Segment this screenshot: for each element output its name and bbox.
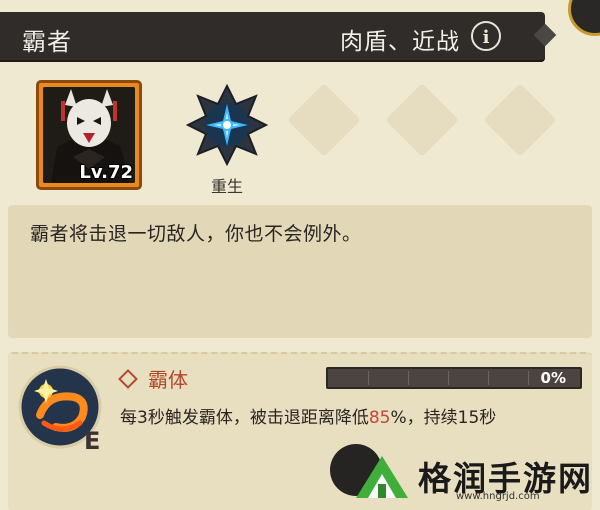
- hero-level: Lv.72: [79, 162, 133, 183]
- empty-slot-1[interactable]: [287, 83, 361, 157]
- skill-icon-button[interactable]: E: [18, 365, 106, 455]
- progress-divider: [488, 371, 489, 385]
- rank-label: 重生: [210, 177, 243, 196]
- rank-badge[interactable]: [185, 83, 269, 167]
- skill-desc-suffix: %，持续15秒: [390, 408, 497, 428]
- watermark-url: www.hngrjd.com: [456, 491, 540, 502]
- skill-key-letter: E: [84, 427, 100, 453]
- empty-slot-3[interactable]: [483, 83, 557, 157]
- skill-desc-prefix: 每3秒触发霸体，被击退距离降低: [120, 408, 369, 428]
- watermark-logo-icon: [356, 456, 408, 498]
- progress-divider: [448, 371, 449, 385]
- skill-progress-text: 0%: [540, 369, 566, 387]
- hero-role: 肉盾、近战: [340, 29, 460, 55]
- header-diamond-icon: [533, 23, 557, 47]
- description-panel: 霸者将击退一切敌人，你也不会例外。: [8, 205, 592, 338]
- progress-divider: [528, 371, 529, 385]
- corner-badge-icon[interactable]: [568, 0, 600, 36]
- description-text: 霸者将击退一切敌人，你也不会例外。: [30, 223, 362, 245]
- skill-name: 霸体: [148, 368, 188, 392]
- rank-star-icon: [185, 83, 269, 167]
- info-icon[interactable]: i: [471, 21, 501, 51]
- skill-description: 每3秒触发霸体，被击退距离降低85%，持续15秒: [120, 406, 580, 430]
- hero-portrait[interactable]: Lv.72: [36, 80, 142, 190]
- skill-desc-accent: 85: [368, 408, 391, 428]
- progress-divider: [368, 371, 369, 385]
- hero-header-bar: 霸者 肉盾、近战 i: [0, 12, 557, 62]
- empty-slot-2[interactable]: [385, 83, 459, 157]
- skill-progress-bar: 0%: [326, 367, 582, 389]
- hero-name: 霸者: [22, 28, 72, 56]
- skill-swirl-icon: E: [18, 365, 102, 455]
- progress-divider: [408, 371, 409, 385]
